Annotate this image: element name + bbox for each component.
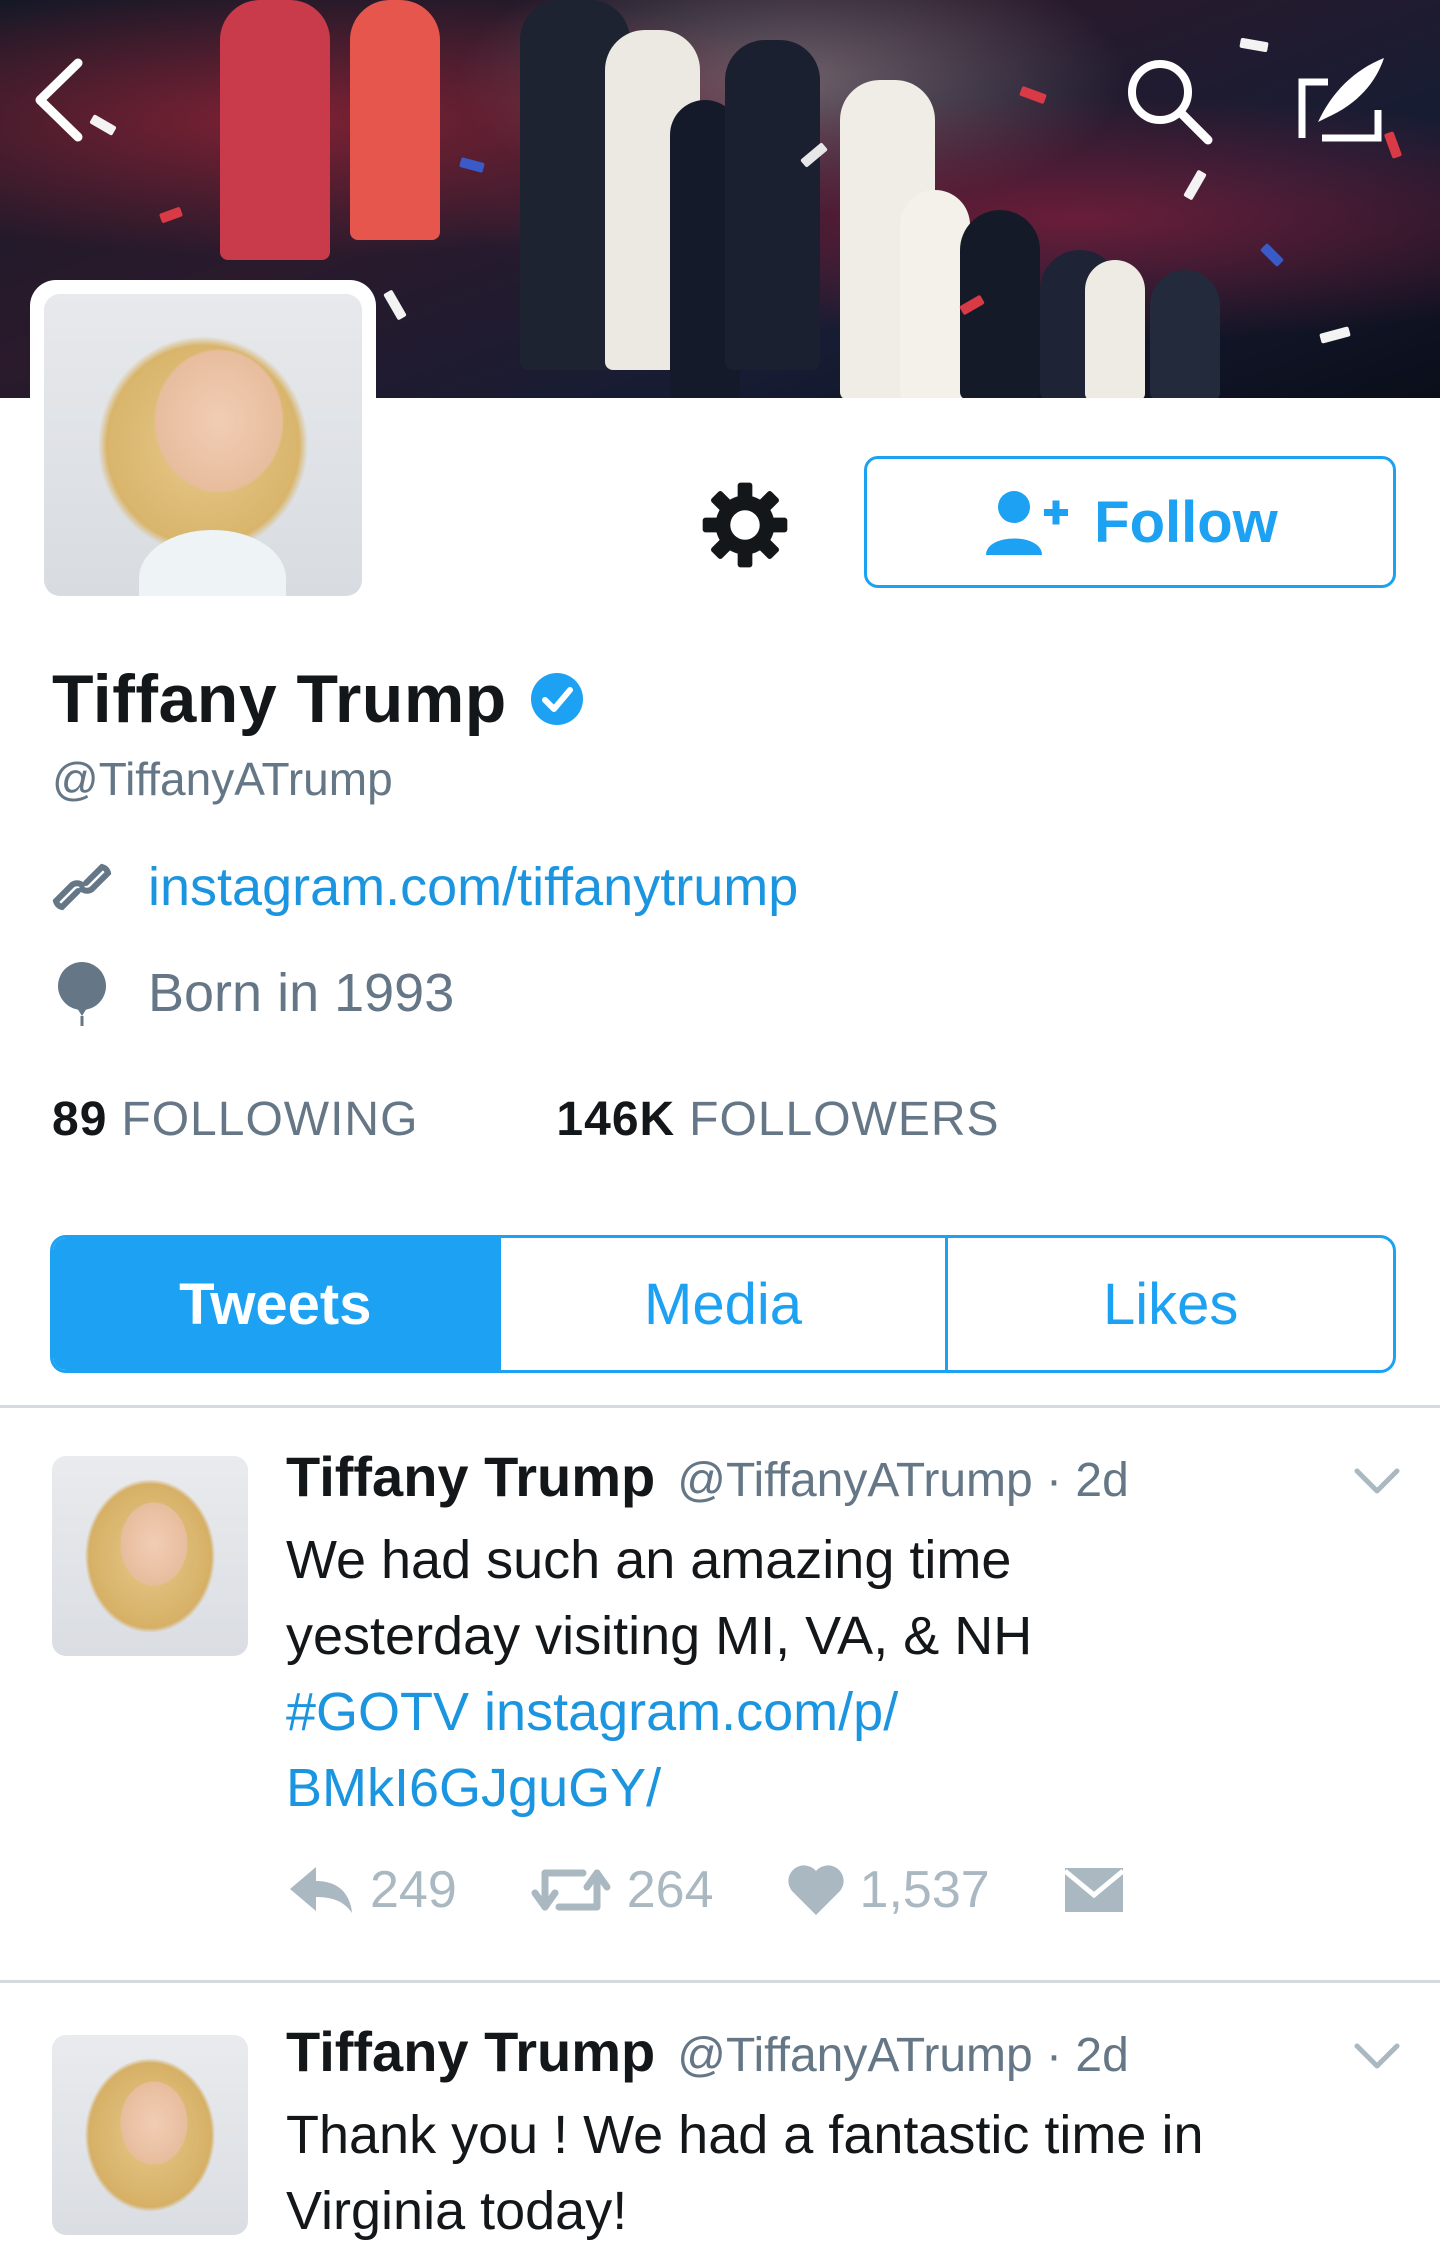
tweet-link-line[interactable]: #GOTV instagram.com/p/ bbox=[286, 1674, 1366, 1750]
like-count: 1,537 bbox=[859, 1861, 990, 1919]
envelope-icon bbox=[1063, 1868, 1125, 1912]
tweet-handle-time: @TiffanyATrump · 2d bbox=[677, 1454, 1129, 1507]
follow-button[interactable]: Follow bbox=[864, 456, 1396, 588]
following-stat[interactable]: 89 FOLLOWING bbox=[52, 1092, 418, 1147]
followers-count: 146K bbox=[556, 1093, 676, 1146]
tweet-handle-time: @TiffanyATrump · 2d bbox=[677, 2029, 1129, 2082]
link-icon bbox=[52, 863, 112, 911]
profile-website-row: instagram.com/tiffanytrump bbox=[52, 856, 798, 918]
tweet-avatar[interactable] bbox=[52, 2035, 248, 2235]
followers-label: FOLLOWERS bbox=[689, 1093, 1000, 1146]
retweet-icon bbox=[531, 1869, 611, 1911]
tweet-text: We had such an amazing time yesterday vi… bbox=[286, 1522, 1366, 1826]
following-label: FOLLOWING bbox=[121, 1093, 419, 1146]
tweet-text-line: yesterday visiting MI, VA, & NH bbox=[286, 1606, 1033, 1666]
tweet-avatar[interactable] bbox=[52, 1456, 248, 1656]
profile-birth-row: Born in 1993 bbox=[52, 960, 454, 1026]
direct-message-button[interactable] bbox=[1062, 1865, 1126, 1915]
tweet-text-line: Virginia today! bbox=[286, 2181, 628, 2241]
profile-handle: @TiffanyATrump bbox=[52, 753, 393, 805]
gear-icon[interactable] bbox=[690, 470, 800, 580]
chevron-down-icon[interactable] bbox=[1342, 1456, 1412, 1506]
reply-button[interactable]: 249 bbox=[286, 1860, 457, 1920]
profile-name: Tiffany Trump bbox=[52, 661, 507, 737]
profile-tabs: Tweets Media Likes bbox=[50, 1235, 1396, 1373]
balloon-icon bbox=[58, 962, 106, 1026]
tweet-item[interactable]: Tiffany Trump @TiffanyATrump · 2d Thank … bbox=[0, 1983, 1440, 2252]
follow-button-label: Follow bbox=[1094, 489, 1278, 555]
like-button[interactable]: 1,537 bbox=[786, 1860, 990, 1920]
tweet-actions: 249 264 1,537 bbox=[286, 1860, 1198, 1920]
profile-birth-text: Born in 1993 bbox=[148, 963, 455, 1023]
tweet-header: Tiffany Trump @TiffanyATrump · 2d bbox=[286, 2019, 1129, 2084]
followers-stat[interactable]: 146K FOLLOWERS bbox=[556, 1092, 999, 1147]
search-icon[interactable] bbox=[1118, 50, 1218, 150]
reply-icon bbox=[290, 1867, 352, 1913]
profile-avatar[interactable] bbox=[44, 294, 362, 596]
profile-avatar-frame bbox=[30, 280, 376, 610]
profile-name-row: Tiffany Trump bbox=[52, 660, 585, 738]
tweet-item[interactable]: Tiffany Trump @TiffanyATrump · 2d We had… bbox=[0, 1408, 1440, 1980]
tweet-author-name[interactable]: Tiffany Trump bbox=[286, 1444, 655, 1509]
tweet-text-line: We had such an amazing time bbox=[286, 1530, 1012, 1590]
verified-badge-icon bbox=[530, 673, 583, 725]
chevron-down-icon[interactable] bbox=[1342, 2031, 1412, 2081]
tweet-link-line[interactable]: BMkI6GJguGY/ bbox=[286, 1750, 1366, 1826]
heart-icon bbox=[787, 1865, 844, 1915]
tab-media[interactable]: Media bbox=[501, 1238, 949, 1370]
tab-likes[interactable]: Likes bbox=[948, 1238, 1393, 1370]
retweet-count: 264 bbox=[626, 1861, 714, 1919]
profile-stats: 89 FOLLOWING 146K FOLLOWERS bbox=[52, 1092, 1000, 1147]
compose-tweet-icon[interactable] bbox=[1290, 50, 1390, 150]
tweet-text: Thank you ! We had a fantastic time in V… bbox=[286, 2097, 1366, 2249]
reply-count: 249 bbox=[370, 1861, 457, 1919]
retweet-button[interactable]: 264 bbox=[529, 1860, 714, 1920]
tab-tweets[interactable]: Tweets bbox=[53, 1238, 501, 1370]
tweet-header: Tiffany Trump @TiffanyATrump · 2d bbox=[286, 1444, 1129, 1509]
profile-website-link[interactable]: instagram.com/tiffanytrump bbox=[148, 856, 798, 918]
following-count: 89 bbox=[52, 1093, 108, 1146]
back-arrow-icon[interactable] bbox=[10, 50, 110, 150]
add-user-icon bbox=[986, 491, 1069, 555]
tweet-text-line: Thank you ! We had a fantastic time in bbox=[286, 2105, 1204, 2165]
tweet-author-name[interactable]: Tiffany Trump bbox=[286, 2019, 655, 2084]
